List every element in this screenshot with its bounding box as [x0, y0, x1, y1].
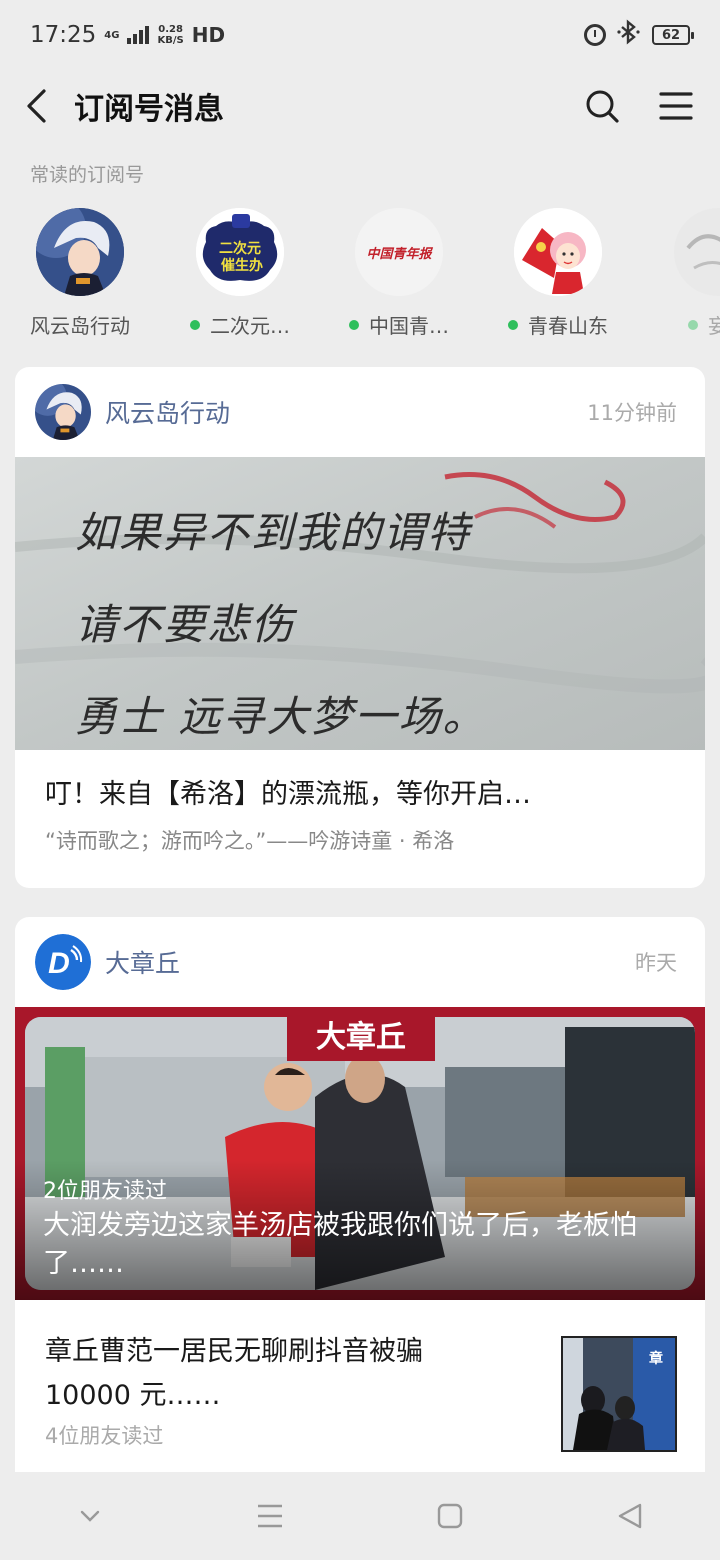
net-speed: 0.28 KB/S — [157, 24, 183, 46]
status-bar: 17:25 4G 0.28 KB/S HD 62 — [0, 0, 720, 70]
article-title[interactable]: 章丘曹范一居民无聊刷抖音被骗10000 元…… — [45, 1330, 495, 1418]
frequent-account-name: 青春山东 — [508, 310, 608, 338]
article-card[interactable]: D 大章丘 昨天 大章丘 2位朋友读过 大润发旁边这家羊汤店被我跟你们说了后，老… — [15, 917, 705, 1473]
unread-dot — [508, 319, 518, 330]
post-time: 11分钟前 — [587, 401, 677, 425]
hd-indicator: HD — [191, 23, 226, 47]
signal-icon — [127, 26, 150, 44]
avatar — [514, 208, 602, 296]
card-header[interactable]: 风云岛行动 11分钟前 — [15, 367, 705, 457]
battery-level: 62 — [661, 27, 681, 43]
article-cover-image[interactable]: 如果异不到我的谓特 请不要悲伤 勇士 远寻大梦一场。 — [15, 457, 705, 750]
alarm-icon — [584, 24, 606, 46]
source-name[interactable]: 风云岛行动 — [105, 394, 587, 430]
account-name: 青春山东 — [528, 314, 608, 338]
friends-read: 2位朋友读过 — [43, 1179, 167, 1204]
unread-dot — [688, 319, 698, 330]
frequent-account-qingchunshandong[interactable]: 青春山东 — [483, 208, 633, 338]
status-left: 17:25 4G 0.28 KB/S HD — [30, 22, 225, 48]
avatar: 中国青年报 — [355, 208, 443, 296]
erciyuan-avatar-line1: 二次元 — [219, 240, 261, 257]
card-header[interactable]: D 大章丘 昨天 — [15, 917, 705, 1007]
cover-banner: 大章丘 — [287, 1015, 435, 1061]
net-speed-value: 0.28 — [158, 24, 183, 35]
net-speed-unit: KB/S — [157, 35, 184, 46]
frequent-account-name: 妄想 — [688, 310, 720, 338]
thumbnail-text: 章 — [649, 1351, 663, 1367]
article-summary: “诗而歌之；游而吟之。”——吟游诗童 · 希洛 — [45, 829, 455, 853]
unread-dot — [349, 319, 359, 330]
back-triangle-icon[interactable] — [600, 1486, 660, 1546]
handwriting-line: 如果异不到我的谓特 — [75, 508, 472, 557]
handwriting-text: 如果异不到我的谓特 请不要悲伤 勇士 远寻大梦一场。 — [75, 487, 486, 750]
friends-read: 4位朋友读过 — [45, 1424, 164, 1448]
article-title[interactable]: 叮！来自【希洛】的漂流瓶，等你开启… — [15, 772, 705, 811]
avatar: 二次元 催生办 — [196, 208, 284, 296]
post-time: 昨天 — [635, 951, 677, 975]
handwriting-line: 请不要悲伤 — [75, 600, 296, 649]
svg-text:D: D — [48, 947, 70, 980]
avatar — [674, 208, 720, 296]
system-nav-bar — [0, 1472, 720, 1560]
frequent-account-name: 风云岛行动 — [30, 310, 130, 338]
qingnian-avatar-text: 中国青年报 — [366, 246, 433, 262]
frequent-account-wangxiang[interactable]: 妄想 — [643, 208, 720, 338]
home-square-icon[interactable] — [420, 1486, 480, 1546]
bluetooth-icon — [616, 19, 642, 51]
chevron-down-icon[interactable] — [60, 1486, 120, 1546]
source-name[interactable]: 大章丘 — [105, 944, 635, 980]
erciyuan-avatar-line2: 催生办 — [221, 257, 263, 274]
search-icon[interactable] — [582, 86, 622, 126]
status-right: 62 — [584, 19, 694, 51]
avatar — [36, 208, 124, 296]
account-name: 妄想 — [708, 314, 720, 338]
unread-dot — [190, 319, 200, 330]
account-name: 二次元… — [210, 314, 290, 338]
header: 订阅号消息 — [0, 70, 720, 142]
frequent-accounts-row[interactable]: 风云岛行动 二次元 催生办 二次元… 中国青年报 中国青… 青春山东 妄 — [0, 208, 720, 338]
account-name: 中国青… — [369, 314, 449, 338]
back-icon[interactable] — [24, 86, 54, 126]
frequent-label: 常读的订阅号 — [30, 164, 145, 186]
article-cover-image[interactable]: 大章丘 2位朋友读过 大润发旁边这家羊汤店被我跟你们说了后，老板怕了…… — [15, 1007, 705, 1300]
handwriting-line: 勇士 远寻大梦一场。 — [75, 692, 487, 741]
source-avatar — [35, 384, 91, 440]
network-type: 4G — [104, 29, 120, 41]
cover-article-title[interactable]: 大润发旁边这家羊汤店被我跟你们说了后，老板怕了…… — [43, 1207, 683, 1283]
article-thumbnail[interactable]: 章 — [561, 1336, 677, 1452]
frequent-account-name: 二次元… — [190, 310, 290, 338]
status-time: 17:25 — [30, 22, 97, 48]
article-text[interactable]: 叮！来自【希洛】的漂流瓶，等你开启… “诗而歌之；游而吟之。”——吟游诗童 · … — [15, 750, 705, 888]
page-title: 订阅号消息 — [74, 92, 224, 127]
article-card[interactable]: 风云岛行动 11分钟前 如果异不到我的谓特 请不要悲伤 勇士 远寻大梦一场。 叮… — [15, 367, 705, 888]
frequent-account-fengyundao[interactable]: 风云岛行动 — [5, 208, 155, 338]
menu-icon[interactable] — [656, 86, 696, 126]
frequent-account-erciyuan[interactable]: 二次元 催生办 二次元… — [165, 208, 315, 338]
source-avatar: D — [35, 934, 91, 990]
battery-icon: 62 — [652, 25, 694, 45]
frequent-account-name: 中国青… — [349, 310, 449, 338]
frequent-account-zhongguoqingnian[interactable]: 中国青年报 中国青… — [324, 208, 474, 338]
menu-lines-icon[interactable] — [240, 1486, 300, 1546]
account-name: 风云岛行动 — [30, 314, 130, 338]
article-list-item[interactable]: 章丘曹范一居民无聊刷抖音被骗10000 元…… 4位朋友读过 章 — [15, 1300, 705, 1473]
